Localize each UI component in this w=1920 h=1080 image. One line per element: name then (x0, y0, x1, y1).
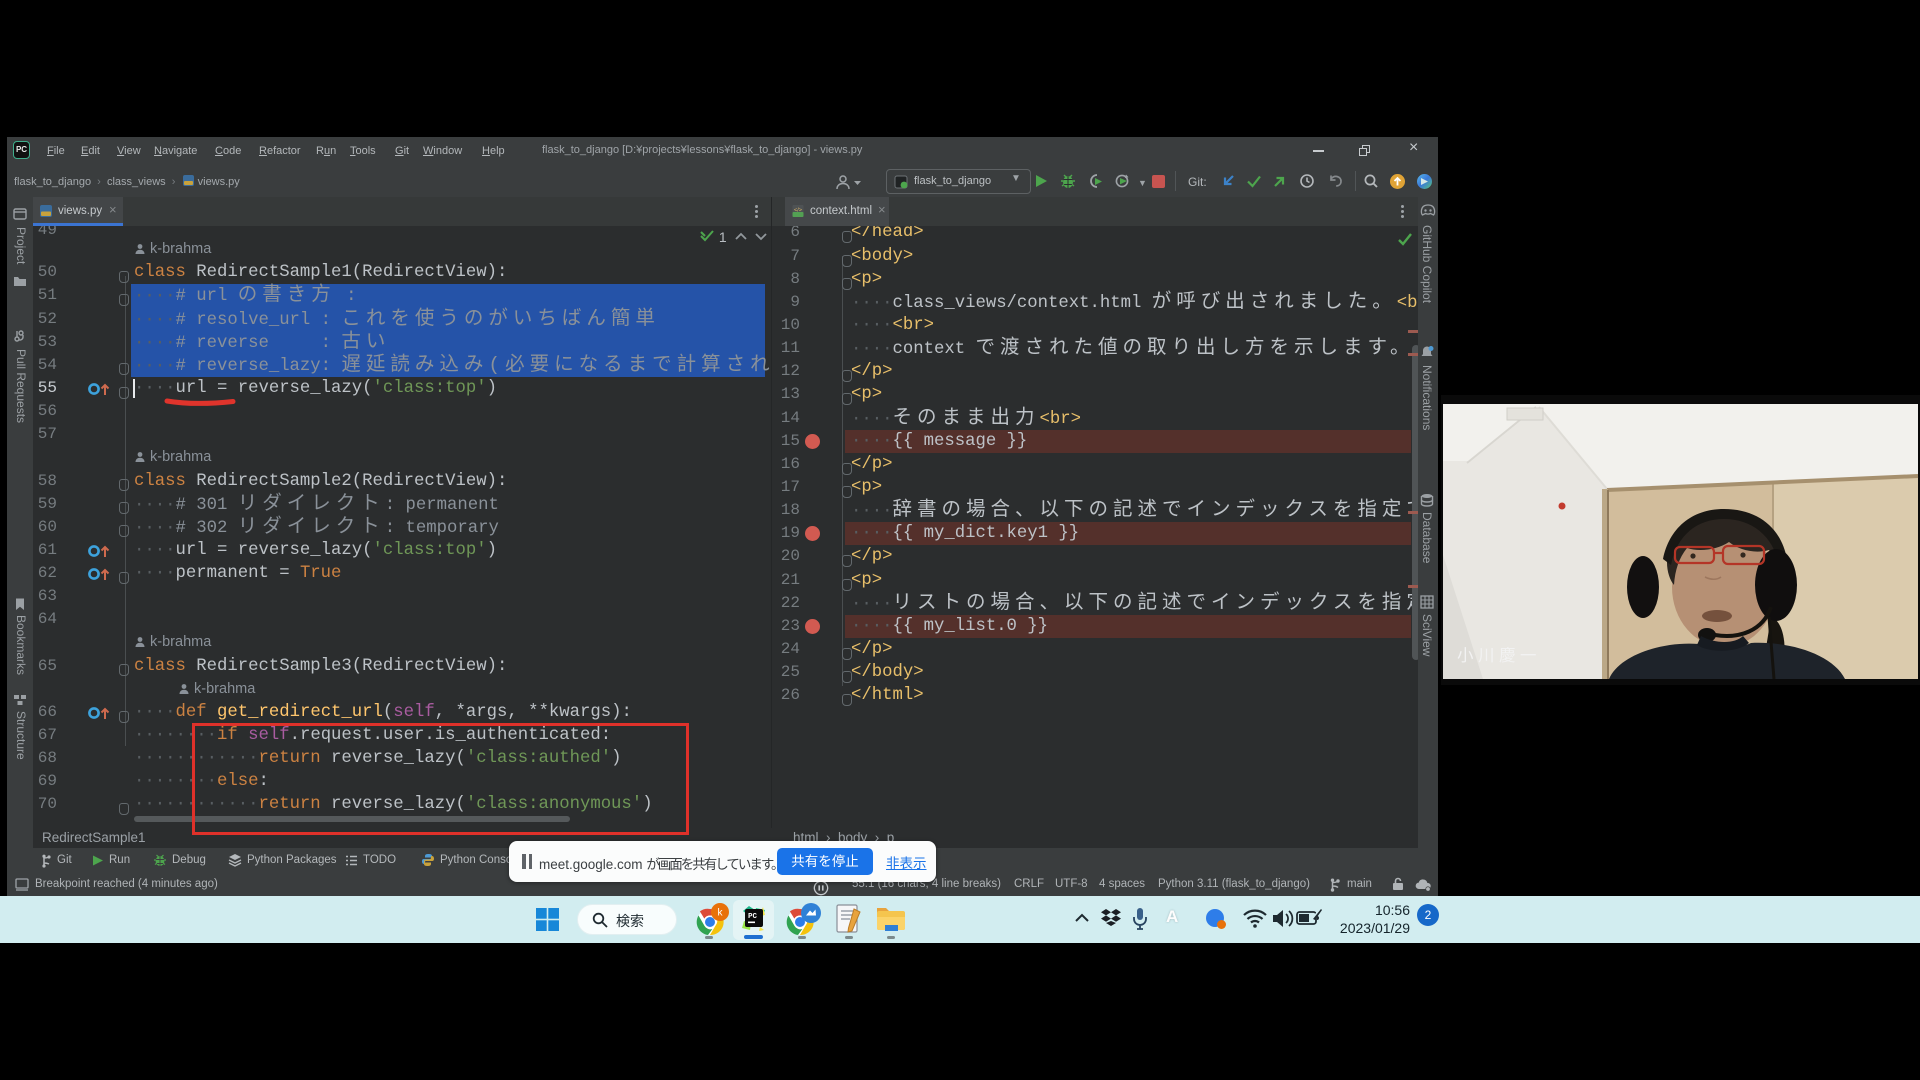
svg-text:小川慶一: 小川慶一 (1457, 646, 1541, 665)
svg-text:PC: PC (748, 913, 758, 921)
svg-text:</>: </> (794, 207, 802, 213)
